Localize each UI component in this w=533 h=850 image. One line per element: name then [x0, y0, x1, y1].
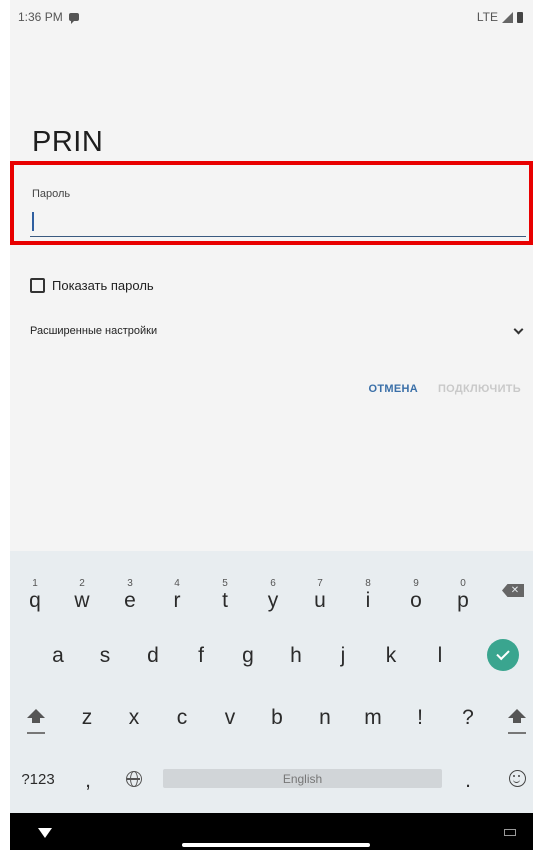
chevron-down-icon[interactable]: [513, 324, 524, 334]
key-l[interactable]: l: [420, 636, 460, 676]
key-label: i: [365, 589, 371, 612]
shift-lock-bar: [508, 732, 526, 734]
key-label: y: [267, 589, 279, 612]
status-right: LTE: [477, 10, 523, 24]
status-bar: 1:36 PM LTE: [10, 0, 533, 34]
key-m[interactable]: m: [353, 698, 393, 738]
status-left: 1:36 PM: [18, 10, 79, 24]
show-password-label: Показать пароль: [52, 278, 154, 293]
key-hint: 6: [270, 578, 276, 589]
space-bar[interactable]: English: [163, 769, 442, 788]
key-n[interactable]: n: [305, 698, 345, 738]
key-hint: 3: [127, 578, 133, 589]
key-label: w: [74, 589, 90, 612]
keyboard-switch-icon[interactable]: [504, 829, 516, 836]
key-b[interactable]: b: [257, 698, 297, 738]
key-q[interactable]: 1q: [15, 571, 55, 612]
key-x[interactable]: x: [114, 698, 154, 738]
key-label: e: [124, 589, 136, 612]
key-s[interactable]: s: [85, 636, 125, 676]
key-label: p: [457, 589, 469, 612]
key-a[interactable]: a: [38, 636, 78, 676]
key-label: u: [314, 589, 326, 612]
cancel-button[interactable]: ОТМЕНА: [368, 383, 417, 395]
shift-key-right[interactable]: [497, 697, 533, 737]
shift-key-left[interactable]: [16, 697, 56, 737]
key-label: t: [222, 589, 228, 612]
key-period[interactable]: .: [448, 761, 488, 801]
key-p[interactable]: 0p: [443, 571, 483, 612]
key-label: o: [410, 589, 422, 612]
soft-keyboard: 1q 2w 3e 4r 5t 6y 7u 8i 9o 0p ✕ a s d f …: [10, 551, 533, 813]
key-t[interactable]: 5t: [205, 571, 245, 612]
key-h[interactable]: h: [276, 636, 316, 676]
key-hint: 7: [317, 578, 323, 589]
symbols-key[interactable]: ?123: [15, 759, 61, 799]
key-hint: 8: [365, 578, 371, 589]
backspace-icon[interactable]: ✕: [502, 584, 524, 597]
screen: 1:36 PM LTE PRIN Пароль Показать пароль …: [10, 0, 533, 850]
network-type: LTE: [476, 10, 498, 24]
shift-lock-bar: [27, 732, 45, 734]
signal-icon: [502, 11, 513, 23]
key-f[interactable]: f: [181, 636, 221, 676]
advanced-settings-label: Расширенные настройки: [30, 325, 158, 337]
key-hint: 1: [32, 578, 38, 589]
navigation-bar: [10, 813, 533, 850]
key-label: r: [173, 589, 181, 612]
network-title: PRIN: [32, 126, 104, 158]
message-icon: [68, 13, 79, 24]
key-hint: 2: [79, 578, 85, 589]
back-icon[interactable]: [38, 828, 52, 838]
key-i[interactable]: 8i: [348, 571, 388, 612]
key-w[interactable]: 2w: [62, 571, 102, 612]
key-hint: 5: [222, 578, 228, 589]
text-caret: [32, 212, 34, 231]
key-y[interactable]: 6y: [253, 571, 293, 612]
globe-icon[interactable]: [126, 771, 142, 787]
show-password-checkbox[interactable]: [30, 278, 45, 293]
key-label: q: [29, 589, 41, 612]
dialog-actions: ОТМЕНА ПОДКЛЮЧИТЬ: [368, 383, 521, 395]
key-v[interactable]: v: [210, 698, 250, 738]
key-d[interactable]: d: [133, 636, 173, 676]
battery-icon: [517, 11, 523, 23]
key-comma[interactable]: ,: [68, 761, 108, 801]
key-e[interactable]: 3e: [110, 571, 150, 612]
enter-key[interactable]: [487, 639, 519, 671]
shift-icon-stem: [32, 718, 40, 723]
key-k[interactable]: k: [371, 636, 411, 676]
shift-icon-stem: [513, 718, 521, 723]
key-r[interactable]: 4r: [157, 571, 197, 612]
key-j[interactable]: j: [323, 636, 363, 676]
password-label: Пароль: [32, 188, 71, 200]
key-g[interactable]: g: [228, 636, 268, 676]
key-u[interactable]: 7u: [300, 571, 340, 612]
show-password-toggle[interactable]: Показать пароль: [30, 278, 154, 293]
password-input[interactable]: [30, 205, 526, 237]
home-handle[interactable]: [182, 843, 370, 847]
check-icon: [496, 646, 510, 661]
key-hint: 9: [413, 578, 419, 589]
key-z[interactable]: z: [67, 698, 107, 738]
key-exclamation[interactable]: !: [400, 698, 440, 738]
key-question[interactable]: ?: [448, 698, 488, 738]
advanced-settings-row[interactable]: Расширенные настройки: [30, 324, 526, 337]
status-time: 1:36 PM: [18, 10, 63, 24]
emoji-icon[interactable]: [509, 770, 526, 787]
connect-button[interactable]: ПОДКЛЮЧИТЬ: [438, 383, 521, 395]
shift-icon: [27, 709, 45, 718]
key-o[interactable]: 9o: [396, 571, 436, 612]
shift-icon: [508, 709, 526, 718]
key-c[interactable]: c: [162, 698, 202, 738]
key-hint: 0: [460, 578, 466, 589]
key-hint: 4: [174, 578, 180, 589]
